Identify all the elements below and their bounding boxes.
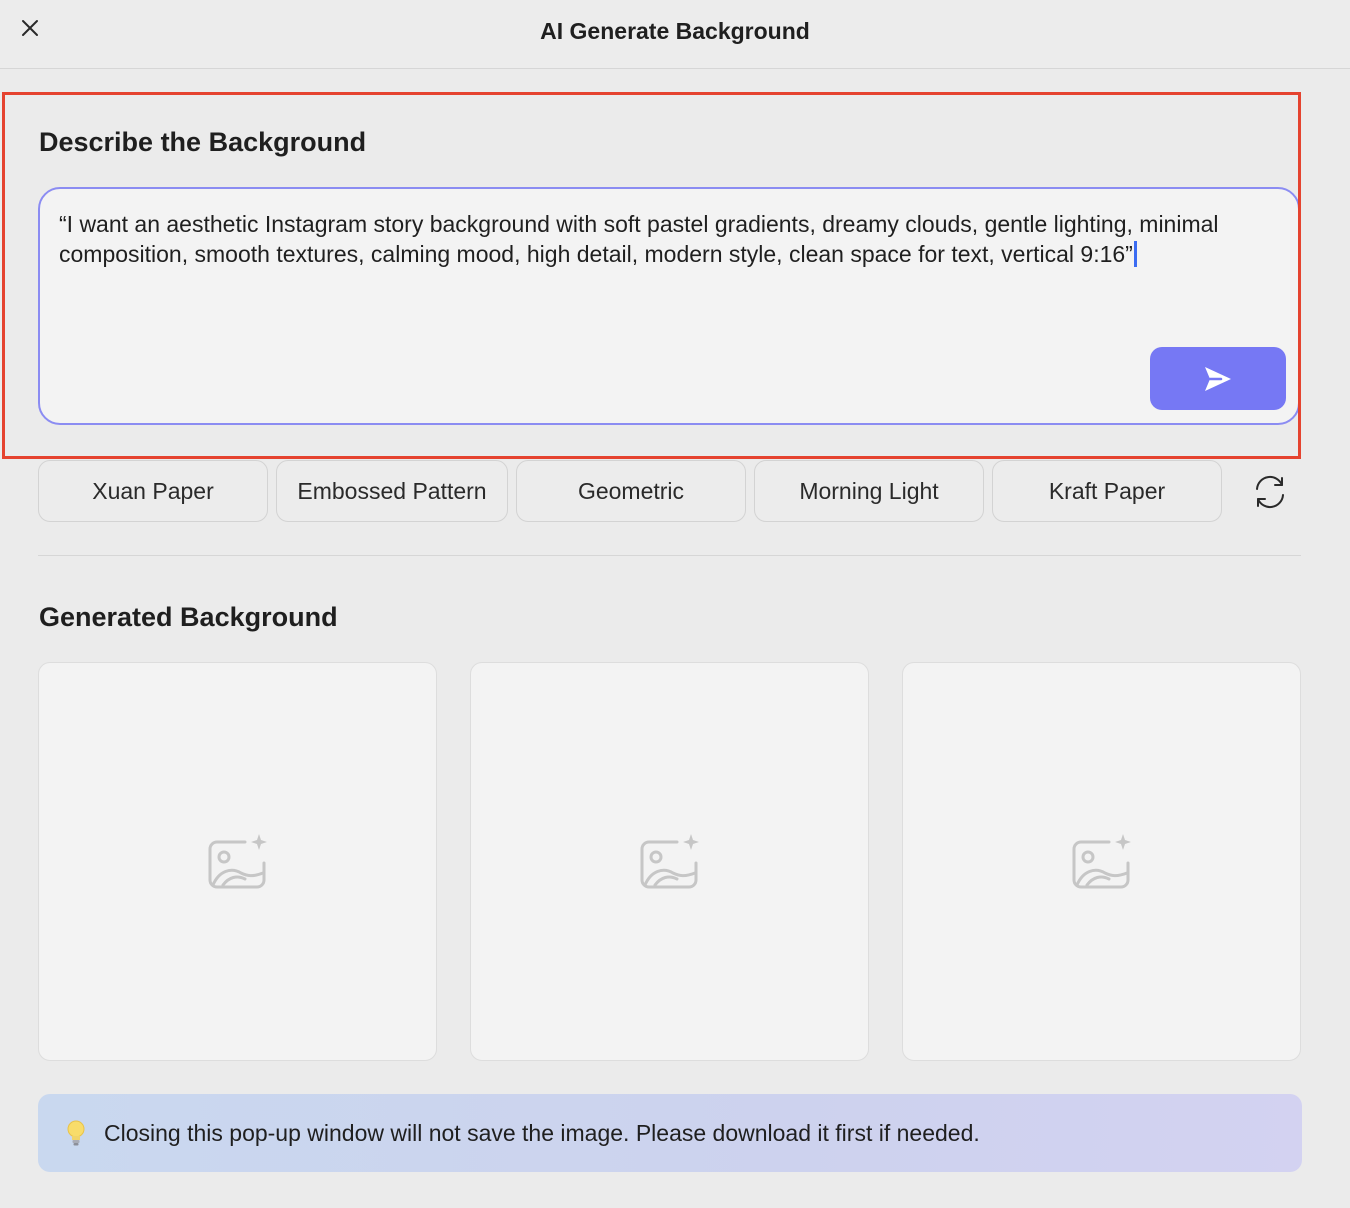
refresh-styles-button[interactable] (1250, 472, 1290, 512)
generated-image-slot-2[interactable] (470, 662, 869, 1061)
style-chip-geometric[interactable]: Geometric (516, 460, 746, 522)
describe-heading: Describe the Background (39, 127, 367, 157)
refresh-icon (1256, 475, 1284, 509)
prompt-text: “I want an aesthetic Instagram story bac… (59, 211, 1225, 267)
send-icon (1205, 366, 1231, 391)
generated-image-slot-3[interactable] (902, 662, 1301, 1061)
ai-image-placeholder-icon (640, 833, 699, 888)
prompt-text-area[interactable]: “I want an aesthetic Instagram story bac… (59, 209, 1268, 269)
generated-heading: Generated Background (39, 602, 338, 632)
prompt-input[interactable]: “I want an aesthetic Instagram story bac… (38, 187, 1300, 425)
window-title: AI Generate Background (540, 18, 810, 44)
save-warning-banner: Closing this pop-up window will not save… (38, 1094, 1302, 1172)
send-button[interactable] (1150, 347, 1286, 410)
ai-image-placeholder-icon (208, 833, 267, 888)
text-caret (1133, 241, 1137, 267)
title-bar: AI Generate Background (0, 0, 1350, 69)
save-warning-text: Closing this pop-up window will not save… (104, 1119, 980, 1146)
style-chip-morning-light[interactable]: Morning Light (754, 460, 984, 522)
generated-image-slot-1[interactable] (38, 662, 437, 1061)
style-chip-xuan-paper[interactable]: Xuan Paper (38, 460, 268, 522)
style-chip-embossed-pattern[interactable]: Embossed Pattern (276, 460, 508, 522)
ai-image-placeholder-icon (1072, 833, 1131, 888)
section-divider (38, 555, 1301, 556)
style-chip-kraft-paper[interactable]: Kraft Paper (992, 460, 1222, 522)
lightbulb-icon (66, 1118, 90, 1148)
